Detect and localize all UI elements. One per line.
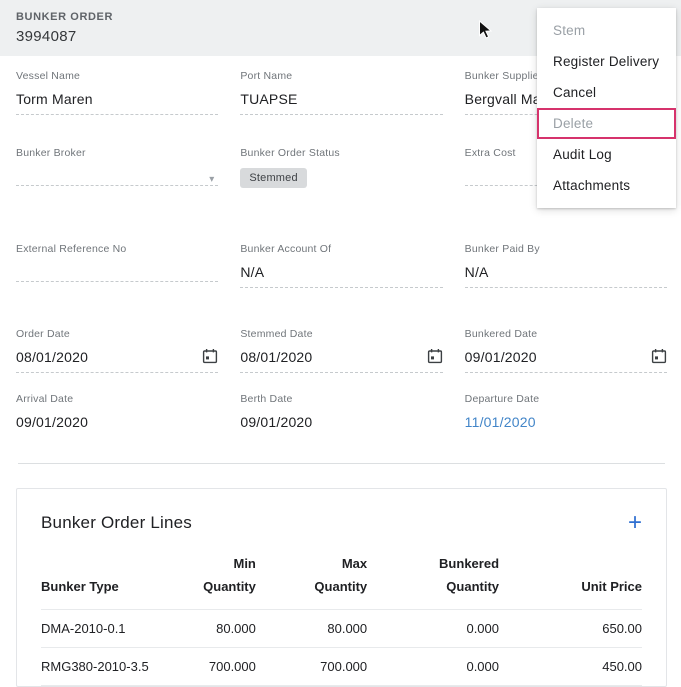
bunker-paid-by-label: Bunker Paid By [465, 243, 667, 255]
column-header-max-quantity: Max Quantity [256, 547, 367, 609]
menu-item-audit-log[interactable]: Audit Log [537, 139, 676, 170]
cell-max-quantity: 80.000 [256, 609, 367, 647]
menu-item-delete[interactable]: Delete [537, 108, 676, 139]
bunker-broker-value [16, 168, 218, 186]
order-date-label: Order Date [16, 328, 218, 340]
calendar-icon[interactable] [651, 348, 667, 364]
berth-date-field[interactable]: Berth Date 09/01/2020 [240, 393, 442, 437]
column-header-unit-price: Unit Price [499, 547, 642, 609]
bunker-order-status-label: Bunker Order Status [240, 147, 442, 159]
stemmed-date-field[interactable]: Stemmed Date 08/01/2020 [240, 328, 442, 373]
arrival-date-field[interactable]: Arrival Date 09/01/2020 [16, 393, 218, 437]
external-reference-label: External Reference No [16, 243, 218, 255]
departure-date-value[interactable]: 11/01/2020 [465, 414, 667, 437]
menu-item-stem[interactable]: Stem [537, 15, 676, 46]
port-name-label: Port Name [240, 70, 442, 82]
bunker-paid-by-value: N/A [465, 264, 667, 288]
external-reference-value [16, 264, 218, 282]
external-reference-field[interactable]: External Reference No [16, 243, 218, 288]
vessel-name-field[interactable]: Vessel Name Torm Maren [16, 70, 218, 115]
port-name-value: TUAPSE [240, 91, 442, 115]
menu-item-cancel[interactable]: Cancel [537, 77, 676, 108]
port-name-field[interactable]: Port Name TUAPSE [240, 70, 442, 115]
berth-date-value: 09/01/2020 [240, 414, 442, 437]
cell-bunker-type: DMA-2010-0.1 [41, 609, 159, 647]
stemmed-date-label: Stemmed Date [240, 328, 442, 340]
bunker-broker-field[interactable]: Bunker Broker ▾ [16, 147, 218, 195]
table-row[interactable]: DMA-2010-0.1 80.000 80.000 0.000 650.00 [41, 609, 642, 647]
bunkered-date-label: Bunkered Date [465, 328, 667, 340]
column-header-min-quantity: Min Quantity [159, 547, 256, 609]
cell-bunker-type: RMG380-2010-3.5 [41, 647, 159, 685]
menu-item-register-delivery[interactable]: Register Delivery [537, 46, 676, 77]
calendar-icon[interactable] [202, 348, 218, 364]
column-header-bunkered-quantity: Bunkered Quantity [367, 547, 499, 609]
menu-item-attachments[interactable]: Attachments [537, 170, 676, 201]
bunker-order-lines-card: Bunker Order Lines + Bunker Type Min Qua… [16, 488, 667, 687]
bunkered-date-value: 09/01/2020 [465, 349, 537, 365]
arrival-date-value: 09/01/2020 [16, 414, 218, 437]
departure-date-label: Departure Date [465, 393, 667, 405]
order-date-value: 08/01/2020 [16, 349, 88, 365]
context-menu: Stem Register Delivery Cancel Delete Aud… [537, 8, 676, 208]
card-title: Bunker Order Lines [41, 513, 192, 533]
cell-min-quantity: 80.000 [159, 609, 256, 647]
bunkered-date-field[interactable]: Bunkered Date 09/01/2020 [465, 328, 667, 373]
section-divider [18, 463, 665, 464]
cell-max-quantity: 700.000 [256, 647, 367, 685]
table-row[interactable]: RMG380-2010-3.5 700.000 700.000 0.000 45… [41, 647, 642, 685]
cell-min-quantity: 700.000 [159, 647, 256, 685]
vessel-name-value: Torm Maren [16, 91, 218, 115]
bunker-account-of-value: N/A [240, 264, 442, 288]
bunker-paid-by-field[interactable]: Bunker Paid By N/A [465, 243, 667, 288]
stemmed-date-value: 08/01/2020 [240, 349, 312, 365]
order-lines-table: Bunker Type Min Quantity Max Quantity Bu… [41, 547, 642, 686]
cell-unit-price: 650.00 [499, 609, 642, 647]
arrival-date-label: Arrival Date [16, 393, 218, 405]
cell-bunkered-quantity: 0.000 [367, 609, 499, 647]
chevron-down-icon[interactable]: ▾ [209, 174, 214, 185]
add-line-button[interactable]: + [628, 514, 642, 532]
bunker-broker-label: Bunker Broker [16, 147, 218, 159]
departure-date-field[interactable]: Departure Date 11/01/2020 [465, 393, 667, 437]
order-date-field[interactable]: Order Date 08/01/2020 [16, 328, 218, 373]
bunker-account-of-label: Bunker Account Of [240, 243, 442, 255]
berth-date-label: Berth Date [240, 393, 442, 405]
cell-bunkered-quantity: 0.000 [367, 647, 499, 685]
calendar-icon[interactable] [427, 348, 443, 364]
bunker-order-status-field: Bunker Order Status Stemmed [240, 147, 442, 195]
status-badge: Stemmed [240, 168, 306, 188]
cell-unit-price: 450.00 [499, 647, 642, 685]
bunker-account-of-field[interactable]: Bunker Account Of N/A [240, 243, 442, 288]
vessel-name-label: Vessel Name [16, 70, 218, 82]
column-header-bunker-type: Bunker Type [41, 547, 159, 609]
table-header-row: Bunker Type Min Quantity Max Quantity Bu… [41, 547, 642, 609]
